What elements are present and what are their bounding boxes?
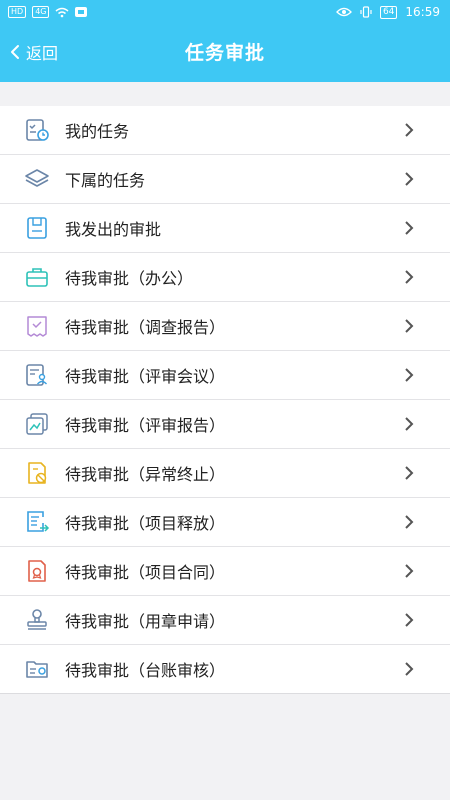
hd-badge: HD <box>8 6 27 18</box>
menu-item-label: 待我审批（调查报告） <box>65 318 226 337</box>
menu-item-label: 待我审批（评审会议） <box>65 367 226 386</box>
menu-item-my-tasks[interactable]: 我的任务 <box>0 106 450 155</box>
chevron-right-icon <box>405 662 414 676</box>
approval-menu-list: 我的任务 下属的任务 我发出的审批 待我审批（办公） 待我审批（调查报告） 待我… <box>0 106 450 694</box>
menu-item-label: 待我审批（台账审核） <box>65 661 226 680</box>
chevron-right-icon <box>405 319 414 333</box>
chevron-right-icon <box>405 270 414 284</box>
menu-item-label: 待我审批（办公） <box>65 269 194 288</box>
chevron-right-icon <box>405 613 414 627</box>
menu-item-label: 待我审批（项目合同） <box>65 563 226 582</box>
chevron-right-icon <box>405 221 414 235</box>
chevron-right-icon <box>405 466 414 480</box>
menu-item-my-sent-approvals[interactable]: 我发出的审批 <box>0 204 450 253</box>
status-bar: HD 4G 64 16:59 <box>0 0 450 26</box>
menu-item-pending-seal-application[interactable]: 待我审批（用章申请） <box>0 596 450 645</box>
menu-item-label: 我发出的审批 <box>65 220 162 239</box>
chevron-right-icon <box>405 515 414 529</box>
menu-item-pending-ledger-audit[interactable]: 待我审批（台账审核） <box>0 645 450 694</box>
menu-item-pending-office[interactable]: 待我审批（办公） <box>0 253 450 302</box>
menu-item-pending-survey-report[interactable]: 待我审批（调查报告） <box>0 302 450 351</box>
project-release-icon <box>27 511 50 532</box>
menu-item-pending-project-release[interactable]: 待我审批（项目释放） <box>0 498 450 547</box>
abnormal-stop-icon <box>28 462 47 484</box>
chart-report-icon <box>26 413 48 435</box>
eye-icon <box>336 7 352 17</box>
menu-item-pending-review-report[interactable]: 待我审批（评审报告） <box>0 400 450 449</box>
clock: 16:59 <box>405 5 440 19</box>
menu-item-label: 待我审批（异常终止） <box>65 465 226 484</box>
menu-item-pending-project-contract[interactable]: 待我审批（项目合同） <box>0 547 450 596</box>
chevron-right-icon <box>405 564 414 578</box>
task-checklist-clock-icon <box>26 119 49 141</box>
ledger-audit-icon <box>26 661 48 678</box>
menu-item-label: 待我审批（用章申请） <box>65 612 226 631</box>
wifi-icon <box>56 7 69 17</box>
menu-item-label: 下属的任务 <box>65 171 146 190</box>
menu-item-pending-abnormal-termination[interactable]: 待我审批（异常终止） <box>0 449 450 498</box>
menu-item-subordinate-tasks[interactable]: 下属的任务 <box>0 155 450 204</box>
page-title: 任务审批 <box>184 42 265 64</box>
app-notification-icon <box>75 7 88 17</box>
document-sent-icon <box>27 217 47 239</box>
stamp-icon <box>27 609 47 630</box>
meeting-review-icon <box>26 364 48 386</box>
contract-seal-icon <box>28 560 46 582</box>
nav-bar: 返回 任务审批 <box>0 26 450 82</box>
menu-item-label: 待我审批（评审报告） <box>65 416 226 435</box>
layers-icon <box>25 169 49 187</box>
vibrate-icon <box>360 6 372 18</box>
chevron-right-icon <box>405 368 414 382</box>
menu-item-label: 待我审批（项目释放） <box>65 514 226 533</box>
network-badge: 4G <box>32 6 50 18</box>
menu-item-pending-review-meeting[interactable]: 待我审批（评审会议） <box>0 351 450 400</box>
menu-item-label: 我的任务 <box>65 122 130 141</box>
report-check-icon <box>27 316 47 337</box>
header-bar: HD 4G 64 16:59 返回 任务审批 <box>0 0 450 82</box>
chevron-right-icon <box>405 123 414 137</box>
briefcase-icon <box>26 268 48 287</box>
chevron-right-icon <box>405 172 414 186</box>
battery-icon: 64 <box>379 5 398 19</box>
chevron-right-icon <box>405 417 414 431</box>
